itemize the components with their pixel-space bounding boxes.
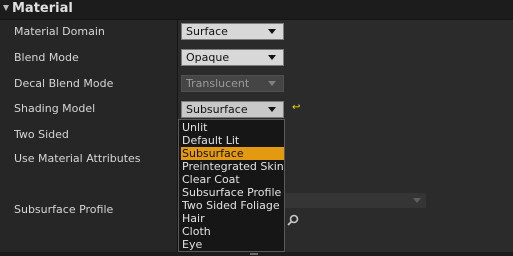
- option-preintegrated-skin[interactable]: Preintegrated Skin: [181, 160, 284, 173]
- option-hair[interactable]: Hair: [181, 212, 284, 225]
- material-domain-value: Surface: [186, 25, 228, 38]
- material-section-header[interactable]: Material: [0, 0, 513, 20]
- shading-model-value: Subsurface: [186, 103, 248, 116]
- chevron-down-icon: [413, 198, 421, 203]
- shading-model-dropdown[interactable]: Subsurface: [181, 101, 284, 118]
- chevron-down-icon: [268, 29, 276, 34]
- chevron-down-icon: [268, 81, 276, 86]
- blend-mode-value: Opaque: [186, 51, 230, 64]
- panel-bottom-edge: [0, 252, 513, 256]
- decal-blend-mode-value: Translucent: [186, 77, 250, 90]
- decal-blend-mode-dropdown: Translucent: [181, 75, 284, 92]
- label-decal-blend-mode: Decal Blend Mode: [14, 77, 114, 90]
- shading-model-options-list: Unlit Default Lit Subsurface Preintegrat…: [178, 119, 285, 252]
- option-default-lit[interactable]: Default Lit: [181, 134, 284, 147]
- label-blend-mode: Blend Mode: [14, 51, 79, 64]
- option-clear-coat[interactable]: Clear Coat: [181, 173, 284, 186]
- option-eye[interactable]: Eye: [181, 238, 284, 251]
- material-domain-dropdown[interactable]: Surface: [181, 23, 284, 40]
- option-unlit[interactable]: Unlit: [181, 121, 284, 134]
- option-subsurface[interactable]: Subsurface: [181, 147, 284, 160]
- option-subsurface-profile[interactable]: Subsurface Profile: [181, 186, 284, 199]
- search-icon[interactable]: [287, 214, 299, 226]
- option-cloth[interactable]: Cloth: [181, 225, 284, 238]
- label-subsurface-profile: Subsurface Profile: [14, 203, 114, 216]
- label-shading-model: Shading Model: [14, 102, 96, 115]
- blend-mode-dropdown[interactable]: Opaque: [181, 49, 284, 66]
- section-title: Material: [12, 1, 73, 16]
- chevron-down-icon: [268, 107, 276, 112]
- label-two-sided: Two Sided: [14, 128, 69, 141]
- reset-to-default-icon[interactable]: ↩: [292, 103, 300, 113]
- resize-grip-icon[interactable]: [250, 253, 258, 255]
- collapse-arrow-icon[interactable]: [3, 5, 9, 11]
- option-two-sided-foliage[interactable]: Two Sided Foliage: [181, 199, 284, 212]
- subsurface-profile-combo: [285, 193, 426, 208]
- label-use-material-attributes: Use Material Attributes: [14, 152, 141, 165]
- label-material-domain: Material Domain: [14, 25, 105, 38]
- chevron-down-icon: [268, 55, 276, 60]
